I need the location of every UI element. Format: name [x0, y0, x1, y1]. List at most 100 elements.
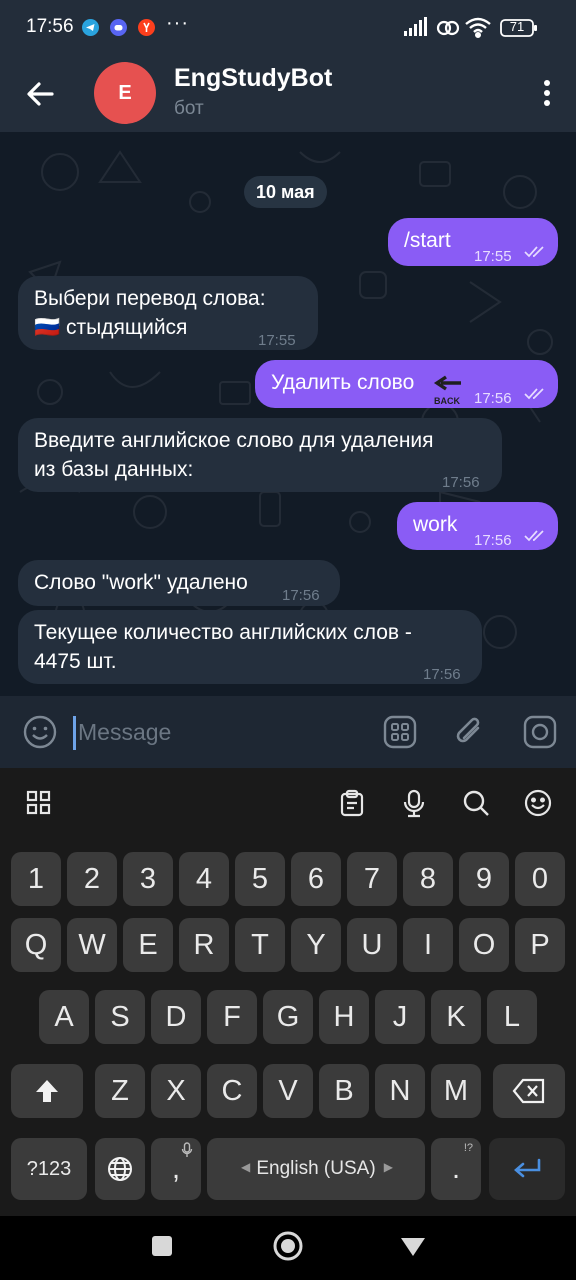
message-text: work [413, 513, 458, 536]
key-z[interactable]: Z [95, 1064, 145, 1118]
clipboard-icon[interactable] [337, 788, 367, 818]
bot-avatar[interactable]: E [94, 62, 156, 124]
space-bar-label: English (USA) [256, 1158, 376, 1179]
key-4[interactable]: 4 [179, 852, 229, 906]
back-arrow-emoji-icon: BACK [433, 372, 463, 406]
key-l[interactable]: L [487, 990, 537, 1044]
chat-header: E EngStudyBot бот [0, 56, 576, 132]
key-t[interactable]: T [235, 918, 285, 972]
key-k[interactable]: K [431, 990, 481, 1044]
key-m[interactable]: M [431, 1064, 481, 1118]
message-time: 17:56 [474, 390, 512, 407]
key-p[interactable]: P [515, 918, 565, 972]
language-key[interactable] [95, 1138, 145, 1200]
key-h[interactable]: H [319, 990, 369, 1044]
key-r[interactable]: R [179, 918, 229, 972]
backspace-key[interactable] [493, 1064, 565, 1118]
key-d[interactable]: D [151, 990, 201, 1044]
system-navigation-bar [0, 1216, 576, 1280]
space-bar[interactable]: ◀ English (USA) ▶ [207, 1138, 425, 1200]
signal-icon [404, 17, 427, 36]
double-check-icon [524, 530, 544, 542]
message-time: 17:56 [282, 587, 320, 604]
enter-icon [514, 1158, 541, 1178]
key-o[interactable]: O [459, 918, 509, 972]
period-hint: !? [463, 1142, 473, 1154]
space-right-arrow-icon: ▶ [383, 1160, 393, 1174]
emoji-keyboard-icon[interactable] [523, 788, 553, 818]
emoji-icon[interactable] [22, 714, 58, 750]
message-list[interactable]: 10 мая /start 17:55 Выбери перевод слова… [0, 132, 576, 696]
wifi-icon [465, 17, 491, 39]
shift-key[interactable] [11, 1064, 83, 1118]
outgoing-message[interactable]: Удалить слово BACK 17:56 [255, 360, 558, 408]
system-icons: 71 [404, 16, 554, 40]
key-q[interactable]: Q [11, 918, 61, 972]
message-text: /start [404, 229, 451, 252]
key-s[interactable]: S [95, 990, 145, 1044]
back-arrow-icon[interactable] [22, 76, 58, 112]
backspace-icon [512, 1078, 545, 1104]
microphone-icon[interactable] [399, 788, 429, 818]
more-vert-icon[interactable] [542, 78, 552, 108]
key-0[interactable]: 0 [515, 852, 565, 906]
key-n[interactable]: N [375, 1064, 425, 1118]
incoming-message[interactable]: Выбери перевод слова: 🇷🇺 стыдящийся 17:5… [18, 276, 318, 350]
key-5[interactable]: 5 [235, 852, 285, 906]
key-c[interactable]: C [207, 1064, 257, 1118]
key-1[interactable]: 1 [11, 852, 61, 906]
search-icon[interactable] [461, 788, 491, 818]
key-u[interactable]: U [347, 918, 397, 972]
key-9[interactable]: 9 [459, 852, 509, 906]
attach-icon[interactable] [452, 714, 488, 750]
key-b[interactable]: B [319, 1064, 369, 1118]
incoming-message[interactable]: Слово "work" удалено 17:56 [18, 560, 340, 606]
key-2[interactable]: 2 [67, 852, 117, 906]
key-v[interactable]: V [263, 1064, 313, 1118]
date-separator: 10 мая [244, 176, 327, 208]
small-mic-icon [181, 1142, 193, 1157]
space-left-arrow-icon: ◀ [241, 1160, 251, 1174]
recents-square-icon[interactable] [150, 1234, 174, 1258]
chat-title[interactable]: EngStudyBot [174, 64, 332, 93]
comma-label: , [171, 1152, 181, 1185]
message-text: Введите английское слово для удаления из… [34, 429, 434, 481]
key-8[interactable]: 8 [403, 852, 453, 906]
key-y[interactable]: Y [291, 918, 341, 972]
yandex-notification-icon [138, 19, 155, 36]
enter-key[interactable] [489, 1138, 565, 1200]
incoming-message[interactable]: Текущее количество английских слов - 447… [18, 610, 482, 684]
camera-icon[interactable] [522, 714, 558, 750]
double-check-icon [524, 246, 544, 258]
key-i[interactable]: I [403, 918, 453, 972]
outgoing-message[interactable]: /start 17:55 [388, 218, 558, 266]
back-triangle-icon[interactable] [400, 1236, 426, 1258]
double-check-icon [524, 388, 544, 400]
globe-icon [108, 1157, 132, 1181]
key-g[interactable]: G [263, 990, 313, 1044]
key-3[interactable]: 3 [123, 852, 173, 906]
bot-commands-icon[interactable] [382, 714, 418, 750]
message-text: Текущее количество английских слов - 447… [34, 621, 412, 673]
comma-key[interactable]: , [151, 1138, 201, 1200]
message-input[interactable] [78, 712, 368, 752]
home-circle-icon[interactable] [272, 1230, 304, 1262]
chat-subtitle: бот [174, 98, 204, 119]
key-w[interactable]: W [67, 918, 117, 972]
battery-level: 71 [509, 19, 525, 34]
message-time: 17:55 [474, 248, 512, 265]
incoming-message[interactable]: Введите английское слово для удаления из… [18, 418, 502, 492]
key-j[interactable]: J [375, 990, 425, 1044]
key-f[interactable]: F [207, 990, 257, 1044]
telegram-notification-icon [82, 19, 99, 36]
apps-grid-icon[interactable] [24, 788, 54, 818]
key-x[interactable]: X [151, 1064, 201, 1118]
key-6[interactable]: 6 [291, 852, 341, 906]
period-key[interactable]: . !? [431, 1138, 481, 1200]
period-label: . [451, 1152, 461, 1185]
outgoing-message[interactable]: work 17:56 [397, 502, 558, 550]
symbols-key[interactable]: ?123 [11, 1138, 87, 1200]
key-a[interactable]: A [39, 990, 89, 1044]
key-e[interactable]: E [123, 918, 173, 972]
key-7[interactable]: 7 [347, 852, 397, 906]
